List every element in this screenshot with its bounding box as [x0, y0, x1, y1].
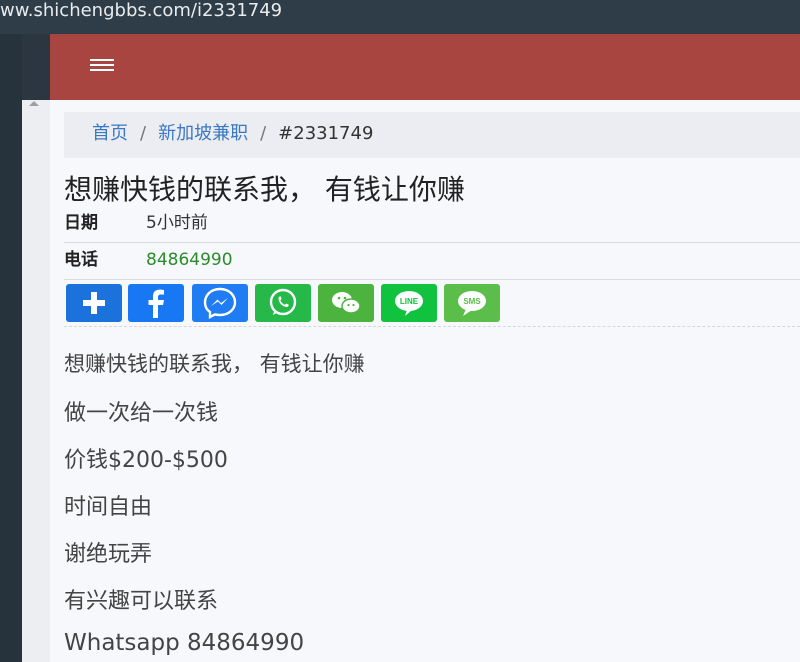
phone-row: 电话 84864990: [64, 243, 800, 280]
sms-icon: SMS: [458, 291, 486, 316]
body-line: 价钱$200-$500: [64, 448, 228, 473]
menu-line: [90, 64, 114, 66]
svg-text:LINE: LINE: [400, 297, 419, 306]
date-row: 日期 5小时前: [64, 206, 800, 243]
body-line: 有兴趣可以联系: [64, 589, 219, 614]
site-header: [50, 34, 800, 100]
facebook-share-button[interactable]: [128, 284, 184, 322]
menu-line: [90, 69, 114, 71]
body-line: 时间自由: [64, 495, 153, 520]
messenger-share-button[interactable]: [192, 284, 248, 322]
address-url[interactable]: ww.shichengbbs.com/i2331749: [0, 0, 282, 26]
body-line: 想赚快钱的联系我， 有钱让你赚: [64, 352, 365, 376]
plus-share-icon: [83, 292, 105, 314]
date-value: 5小时前: [146, 213, 208, 233]
body-line: Whatsapp 84864990: [64, 630, 305, 656]
date-label: 日期: [64, 213, 98, 233]
main-content: 首页 / 新加坡兼职 / #2331749 想赚快钱的联系我， 有钱让你赚 日期 5小时…: [50, 100, 800, 662]
browser-address-bar[interactable]: ww.shichengbbs.com/i2331749: [0, 0, 800, 34]
hamburger-menu-icon[interactable]: [90, 57, 114, 75]
line-share-button[interactable]: LINE: [381, 284, 437, 322]
wechat-icon: [332, 292, 361, 314]
scrollbar[interactable]: [22, 100, 51, 662]
post-title: 想赚快钱的联系我， 有钱让你赚: [64, 173, 465, 206]
phone-value[interactable]: 84864990: [146, 243, 233, 277]
scroll-up-arrow-icon[interactable]: [29, 101, 39, 106]
body-line: 谢绝玩弄: [64, 542, 153, 567]
browser-side-strip: [0, 34, 22, 662]
breadcrumb: 首页 / 新加坡兼职 / #2331749: [64, 112, 800, 158]
plus-share-button[interactable]: [66, 284, 122, 322]
whatsapp-icon: [269, 288, 297, 316]
svg-text:SMS: SMS: [463, 297, 481, 306]
facebook-icon: [148, 289, 164, 318]
side-dark-panel: [22, 34, 50, 100]
breadcrumb-current: #2331749: [278, 123, 374, 144]
body-line: 做一次给一次钱: [64, 401, 219, 426]
breadcrumb-separator: /: [260, 123, 267, 144]
content-divider: [64, 326, 800, 328]
whatsapp-share-button[interactable]: [255, 284, 311, 322]
breadcrumb-separator: /: [140, 123, 147, 144]
phone-label: 电话: [64, 250, 98, 270]
messenger-icon: [203, 287, 237, 319]
line-icon: LINE: [395, 291, 423, 316]
sms-share-button[interactable]: SMS: [444, 284, 500, 322]
menu-line: [90, 59, 114, 61]
wechat-share-button[interactable]: [318, 284, 374, 322]
breadcrumb-home-link[interactable]: 首页: [92, 123, 128, 144]
breadcrumb-category-link[interactable]: 新加坡兼职: [158, 123, 248, 144]
